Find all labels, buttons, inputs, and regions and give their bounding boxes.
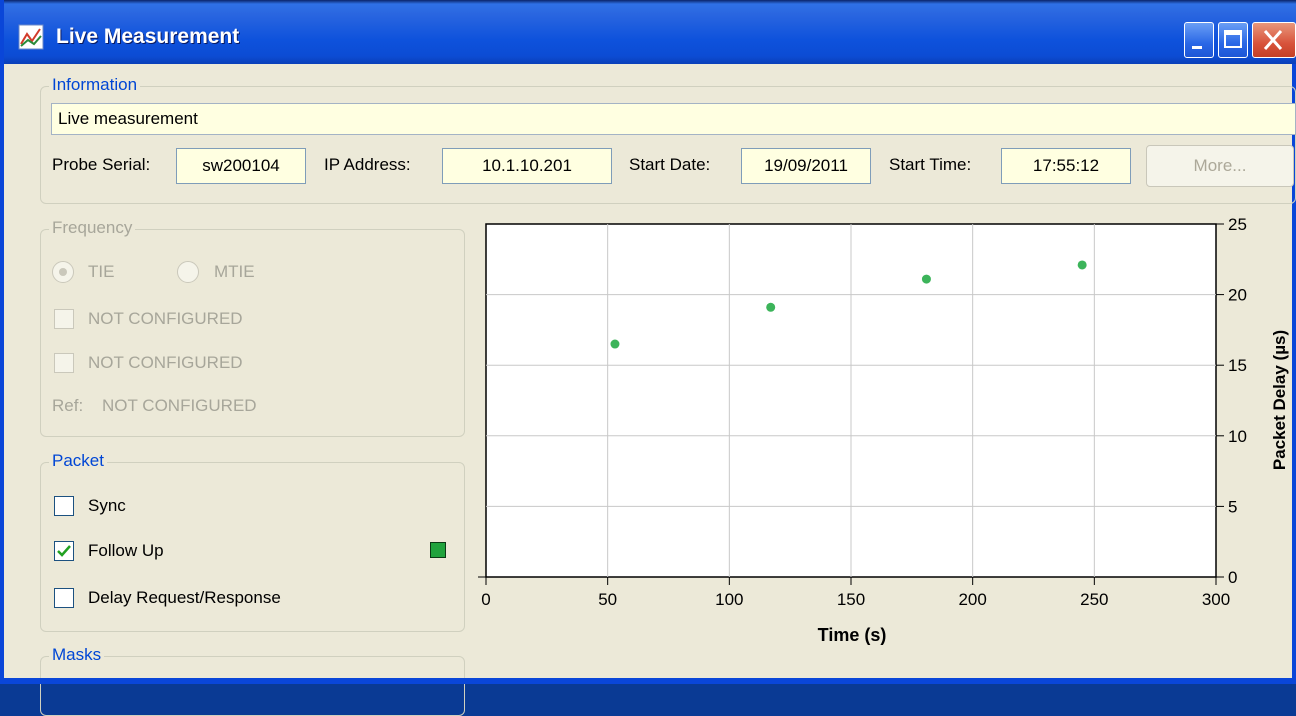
x-tick-label: 0: [481, 590, 490, 609]
x-tick-label: 50: [598, 590, 617, 609]
packet-delay-chart: 0 50 100 150 200 250 300 0 5 10 15 20 25 Time (s) Pa…: [478, 215, 1289, 645]
live-measurement-window: Live Measurement Information Live measur…: [0, 0, 1296, 716]
y-tick-label: 10: [1228, 427, 1247, 446]
x-tick-label: 150: [837, 590, 865, 609]
y-tick-label: 0: [1228, 568, 1237, 587]
y-tick-label: 5: [1228, 497, 1237, 516]
x-tick-label: 250: [1080, 590, 1108, 609]
x-tick-label: 300: [1202, 590, 1230, 609]
data-point: [921, 274, 931, 284]
y-axis-label: Packet Delay (µs): [1270, 330, 1289, 470]
x-tick-label: 100: [715, 590, 743, 609]
data-point: [766, 302, 776, 312]
y-tick-label: 15: [1228, 356, 1247, 375]
x-tick-label: 200: [958, 590, 986, 609]
data-point: [610, 339, 620, 349]
window-bottom-border: [4, 678, 1296, 684]
y-tick-label: 25: [1228, 215, 1247, 234]
x-axis-label: Time (s): [818, 625, 887, 645]
data-point: [1077, 260, 1087, 270]
y-tick-label: 20: [1228, 286, 1247, 305]
